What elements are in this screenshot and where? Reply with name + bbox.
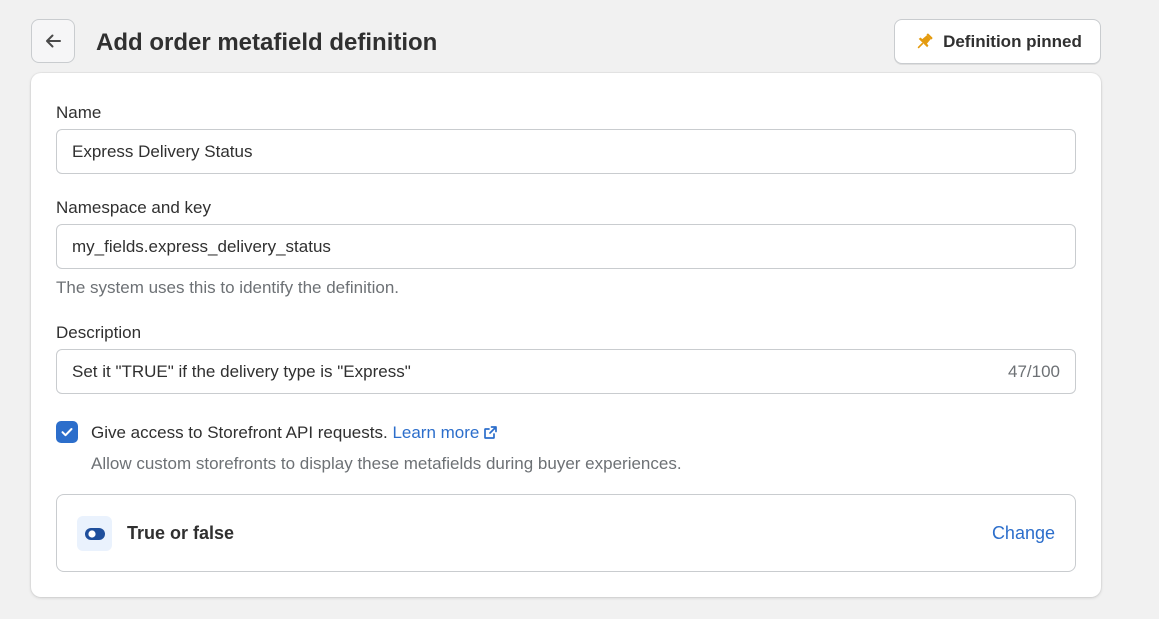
- namespace-key-field[interactable]: my_fields.express_delivery_status: [56, 224, 1076, 269]
- name-field[interactable]: Express Delivery Status: [56, 129, 1076, 174]
- learn-more-text: Learn more: [392, 423, 480, 442]
- storefront-access-text: Give access to Storefront API requests.: [91, 423, 388, 442]
- name-label: Name: [56, 103, 102, 122]
- learn-more-link[interactable]: Learn more: [392, 423, 498, 442]
- namespace-key-field-value: my_fields.express_delivery_status: [72, 236, 331, 256]
- external-link-icon: [483, 425, 498, 445]
- arrow-left-icon: [43, 31, 63, 51]
- description-label: Description: [56, 323, 142, 342]
- definition-card: Name Express Delivery Status Namespace a…: [31, 73, 1101, 597]
- storefront-access-help: Allow custom storefronts to display thes…: [91, 454, 682, 473]
- definition-pinned-label: Definition pinned: [943, 31, 1082, 51]
- name-field-value: Express Delivery Status: [72, 141, 253, 161]
- back-button[interactable]: [31, 19, 75, 63]
- type-selector: True or false Change: [56, 494, 1076, 572]
- description-field-value: Set it "TRUE" if the delivery type is "E…: [72, 361, 411, 381]
- namespace-key-help: The system uses this to identify the def…: [56, 278, 400, 297]
- toggle-icon: [77, 516, 112, 551]
- page-title: Add order metafield definition: [96, 29, 438, 56]
- storefront-access-checkbox[interactable]: [56, 421, 78, 443]
- checkmark-icon: [60, 425, 74, 439]
- storefront-access-label: Give access to Storefront API requests. …: [91, 423, 498, 445]
- change-type-button[interactable]: Change: [992, 523, 1055, 544]
- type-label: True or false: [127, 523, 235, 543]
- definition-pinned-button[interactable]: Definition pinned: [894, 19, 1101, 64]
- namespace-key-label: Namespace and key: [56, 198, 211, 217]
- pin-icon: [913, 31, 935, 53]
- description-field[interactable]: Set it "TRUE" if the delivery type is "E…: [56, 349, 1076, 394]
- description-char-counter: 47/100: [1008, 361, 1060, 381]
